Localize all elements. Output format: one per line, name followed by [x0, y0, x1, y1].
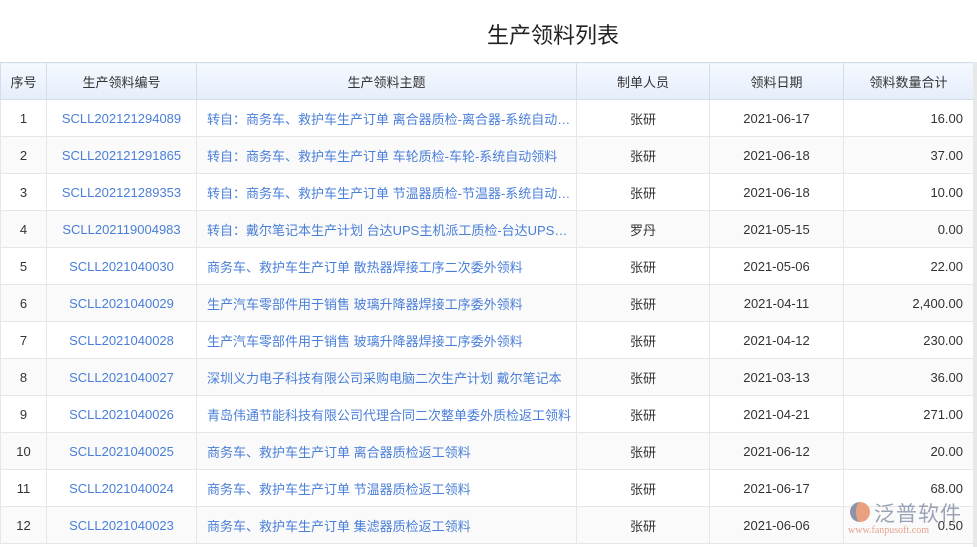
cell-creator: 张研: [576, 173, 710, 211]
fanpu-logo-icon: [850, 502, 870, 522]
cell-date: 2021-04-21: [709, 395, 844, 433]
cell-quantity: 36.00: [843, 358, 974, 396]
cell-creator: 张研: [576, 358, 710, 396]
cell-date: 2021-06-18: [709, 173, 844, 211]
cell-creator: 罗丹: [576, 210, 710, 248]
cell-code-link[interactable]: SCLL2021040028: [46, 321, 197, 359]
cell-subject-link[interactable]: 生产汽车零部件用于销售 玻璃升降器焊接工序委外领料: [196, 284, 577, 322]
cell-date: 2021-06-18: [709, 136, 844, 174]
cell-code-link[interactable]: SCLL2021040024: [46, 469, 197, 507]
cell-index: 4: [0, 210, 47, 248]
cell-date: 2021-06-17: [709, 469, 844, 507]
cell-subject-link[interactable]: 转自：商务车、救护车生产订单 节温器质检-节温器-系统自动领料: [196, 173, 577, 211]
cell-creator: 张研: [576, 506, 710, 544]
table-row[interactable]: 6 SCLL2021040029 生产汽车零部件用于销售 玻璃升降器焊接工序委外领料…: [0, 284, 974, 322]
cell-code-link[interactable]: SCLL2021040026: [46, 395, 197, 433]
cell-subject-link[interactable]: 转自：戴尔笔记本生产计划 台达UPS主机派工质检-台达UPS主机: [196, 210, 577, 248]
cell-quantity: 230.00: [843, 321, 974, 359]
cell-date: 2021-03-13: [709, 358, 844, 396]
cell-quantity: 22.00: [843, 247, 974, 285]
table-row[interactable]: 5 SCLL2021040030 商务车、救护车生产订单 散热器焊接工序二次委外领料…: [0, 247, 974, 285]
cell-creator: 张研: [576, 432, 710, 470]
table-row[interactable]: 2 SCLL202121291865 转自：商务车、救护车生产订单 车轮质检-车轮-…: [0, 136, 974, 174]
cell-subject-link[interactable]: 商务车、救护车生产订单 离合器质检返工领料: [196, 432, 577, 470]
cell-index: 1: [0, 99, 47, 137]
cell-quantity: 37.00: [843, 136, 974, 174]
cell-index: 12: [0, 506, 47, 544]
header-creator[interactable]: 制单人员: [576, 62, 710, 100]
cell-subject-link[interactable]: 商务车、救护车生产订单 节温器质检返工领料: [196, 469, 577, 507]
cell-quantity: 10.00: [843, 173, 974, 211]
cell-index: 7: [0, 321, 47, 359]
cell-creator: 张研: [576, 284, 710, 322]
table-row[interactable]: 10 SCLL2021040025 商务车、救护车生产订单 离合器质检返工领料 张研 2…: [0, 432, 974, 470]
vertical-scrollbar[interactable]: [973, 62, 977, 547]
table-row[interactable]: 9 SCLL2021040026 青岛伟通节能科技有限公司代理合同二次整单委外质检返…: [0, 395, 974, 433]
cell-date: 2021-06-17: [709, 99, 844, 137]
table-row[interactable]: 3 SCLL202121289353 转自：商务车、救护车生产订单 节温器质检-节温…: [0, 173, 974, 211]
cell-index: 11: [0, 469, 47, 507]
cell-index: 3: [0, 173, 47, 211]
cell-index: 9: [0, 395, 47, 433]
table-row[interactable]: 12 SCLL2021040023 商务车、救护车生产订单 集滤器质检返工领料 张研 2…: [0, 506, 974, 544]
cell-index: 2: [0, 136, 47, 174]
cell-code-link[interactable]: SCLL2021040025: [46, 432, 197, 470]
cell-code-link[interactable]: SCLL202121289353: [46, 173, 197, 211]
cell-subject-link[interactable]: 转自：商务车、救护车生产订单 离合器质检-离合器-系统自动领料: [196, 99, 577, 137]
table-row[interactable]: 11 SCLL2021040024 商务车、救护车生产订单 节温器质检返工领料 张研 2…: [0, 469, 974, 507]
table-row[interactable]: 1 SCLL202121294089 转自：商务车、救护车生产订单 离合器质检-离合…: [0, 99, 974, 137]
cell-code-link[interactable]: SCLL2021040029: [46, 284, 197, 322]
cell-subject-link[interactable]: 生产汽车零部件用于销售 玻璃升降器焊接工序委外领料: [196, 321, 577, 359]
cell-index: 8: [0, 358, 47, 396]
cell-creator: 张研: [576, 136, 710, 174]
header-date[interactable]: 领料日期: [709, 62, 844, 100]
watermark-logo: 泛普软件 www.fanpusoft.com: [848, 498, 968, 543]
cell-code-link[interactable]: SCLL2021040023: [46, 506, 197, 544]
cell-subject-link[interactable]: 青岛伟通节能科技有限公司代理合同二次整单委外质检返工领料: [196, 395, 577, 433]
header-index[interactable]: 序号: [0, 62, 47, 100]
cell-code-link[interactable]: SCLL2021040030: [46, 247, 197, 285]
cell-date: 2021-05-06: [709, 247, 844, 285]
table-row[interactable]: 8 SCLL2021040027 深圳义力电子科技有限公司采购电脑二次生产计划 戴尔…: [0, 358, 974, 396]
watermark-url: www.fanpusoft.com: [848, 525, 930, 536]
cell-code-link[interactable]: SCLL202121291865: [46, 136, 197, 174]
table-row[interactable]: 4 SCLL202119004983 转自：戴尔笔记本生产计划 台达UPS主机派工质…: [0, 210, 974, 248]
cell-quantity: 0.00: [843, 210, 974, 248]
material-requisition-table: 序号 生产领料编号 生产领料主题 制单人员 领料日期 领料数量合计 1 SCLL202121…: [0, 62, 974, 544]
cell-quantity: 20.00: [843, 432, 974, 470]
cell-date: 2021-04-11: [709, 284, 844, 322]
cell-index: 6: [0, 284, 47, 322]
cell-code-link[interactable]: SCLL202121294089: [46, 99, 197, 137]
cell-subject-link[interactable]: 商务车、救护车生产订单 集滤器质检返工领料: [196, 506, 577, 544]
cell-subject-link[interactable]: 商务车、救护车生产订单 散热器焊接工序二次委外领料: [196, 247, 577, 285]
cell-code-link[interactable]: SCLL202119004983: [46, 210, 197, 248]
cell-quantity: 16.00: [843, 99, 974, 137]
cell-creator: 张研: [576, 247, 710, 285]
page-title: 生产领料列表: [486, 23, 619, 48]
cell-date: 2021-06-12: [709, 432, 844, 470]
cell-code-link[interactable]: SCLL2021040027: [46, 358, 197, 396]
cell-date: 2021-04-12: [709, 321, 844, 359]
cell-quantity: 271.00: [843, 395, 974, 433]
cell-subject-link[interactable]: 深圳义力电子科技有限公司采购电脑二次生产计划 戴尔笔记本: [196, 358, 577, 396]
cell-date: 2021-05-15: [709, 210, 844, 248]
cell-subject-link[interactable]: 转自：商务车、救护车生产订单 车轮质检-车轮-系统自动领料: [196, 136, 577, 174]
cell-creator: 张研: [576, 469, 710, 507]
cell-creator: 张研: [576, 395, 710, 433]
header-subject[interactable]: 生产领料主题: [196, 62, 577, 100]
table-row[interactable]: 7 SCLL2021040028 生产汽车零部件用于销售 玻璃升降器焊接工序委外领料…: [0, 321, 974, 359]
watermark-brand: 泛普软件: [874, 503, 962, 526]
cell-index: 5: [0, 247, 47, 285]
cell-index: 10: [0, 432, 47, 470]
header-quantity[interactable]: 领料数量合计: [843, 62, 974, 100]
cell-creator: 张研: [576, 321, 710, 359]
cell-quantity: 2,400.00: [843, 284, 974, 322]
cell-creator: 张研: [576, 99, 710, 137]
header-code[interactable]: 生产领料编号: [46, 62, 197, 100]
cell-date: 2021-06-06: [709, 506, 844, 544]
